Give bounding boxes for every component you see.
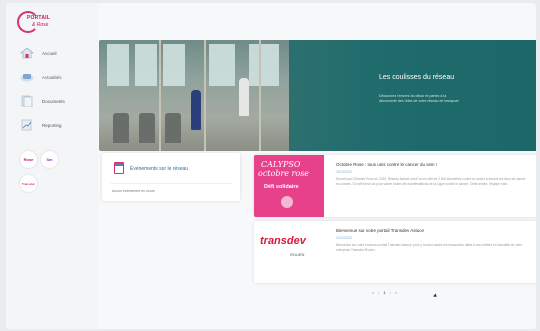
events-empty-text: Aucun événement en cours — [112, 189, 155, 193]
hero-banner[interactable]: Les coulisses du réseau Découvrez l'enve… — [99, 40, 536, 151]
news-excerpt: Bienvenue sur votre nouveau portail Tran… — [336, 243, 523, 252]
thumb-city: ROUEN — [290, 252, 305, 257]
news-title[interactable]: Bienvenue sur votre portail Transdev Ast… — [336, 228, 424, 233]
documents-icon — [21, 95, 33, 107]
news-card[interactable]: transdev ROUEN Bienvenue sur votre porta… — [254, 221, 536, 283]
news-thumbnail: CALYPSO octobre rose Défi solidaire — [254, 155, 324, 217]
reporting-icon — [21, 119, 32, 131]
logo-line2: & Rose — [32, 22, 49, 28]
passenger-figure — [191, 90, 201, 130]
news-date: 02/10/2023 — [336, 236, 352, 240]
sidebar: PORTAIL & Rose Accueil Actualités Docume… — [6, 3, 98, 329]
news-thumbnail: transdev ROUEN — [254, 221, 324, 283]
thumb-line3: Défi solidaire — [264, 184, 299, 190]
sidebar-item-label: Actualités — [42, 74, 62, 80]
passenger-figure — [239, 78, 249, 116]
brand-sm-logo[interactable]: Sm — [41, 151, 58, 168]
news-excerpt: Durant tout l'Octobre Rose en 2023, Rése… — [336, 177, 526, 186]
sidebar-nav: Accueil Actualités Documents Reporting — [20, 47, 65, 143]
portal-logo[interactable]: PORTAIL & Rose — [17, 11, 50, 37]
events-title: Événements sur le réseau — [130, 166, 189, 172]
sidebar-item-label: Reporting — [42, 122, 62, 128]
mouse-cursor-icon — [433, 293, 438, 299]
ribbon-badge-icon — [281, 196, 293, 208]
transdev-logo: transdev — [260, 235, 306, 247]
news-icon — [20, 74, 34, 82]
hero-panel: Les coulisses du réseau Découvrez l'enve… — [289, 40, 536, 151]
portal-screen: PORTAIL & Rose Accueil Actualités Docume… — [6, 3, 536, 329]
sidebar-item-label: Documents — [42, 98, 65, 104]
prev-page-button[interactable]: ‹ — [378, 291, 379, 295]
last-page-button[interactable]: » — [395, 291, 397, 295]
sidebar-item-documents[interactable]: Documents — [20, 95, 65, 107]
next-page-button[interactable]: › — [390, 291, 391, 295]
news-card[interactable]: CALYPSO octobre rose Défi solidaire Octo… — [254, 155, 536, 217]
brand-rose-logo[interactable]: Rose — [20, 151, 37, 168]
pagination: « ‹ 1 › » — [372, 291, 397, 295]
brand-links: Rose Sm Transdev — [20, 151, 58, 199]
logo-line1: PORTAIL — [27, 15, 50, 21]
hero-description: Découvrez l'envers du décor et partez à … — [379, 94, 459, 103]
calendar-icon — [114, 162, 124, 174]
hero-title: Les coulisses du réseau — [379, 74, 455, 81]
sidebar-item-reporting[interactable]: Reporting — [20, 119, 65, 131]
bus-interior-photo — [99, 40, 289, 151]
thumb-line2: octobre rose — [258, 169, 310, 178]
sidebar-item-accueil[interactable]: Accueil — [20, 47, 65, 59]
first-page-button[interactable]: « — [372, 291, 374, 295]
events-card[interactable]: Événements sur le réseau Aucun événement… — [102, 153, 240, 201]
thumb-line1: CALYPSO — [261, 160, 301, 169]
brand-transdev-logo[interactable]: Transdev — [20, 175, 37, 192]
sidebar-item-label: Accueil — [42, 50, 57, 56]
page-number-current[interactable]: 1 — [383, 291, 385, 295]
divider — [110, 183, 232, 184]
home-icon — [20, 47, 34, 59]
news-date: 16/10/2023 — [336, 170, 352, 174]
sidebar-item-actualites[interactable]: Actualités — [20, 71, 65, 83]
news-title[interactable]: Octobre Rose : tous unis contre le cance… — [336, 162, 437, 167]
